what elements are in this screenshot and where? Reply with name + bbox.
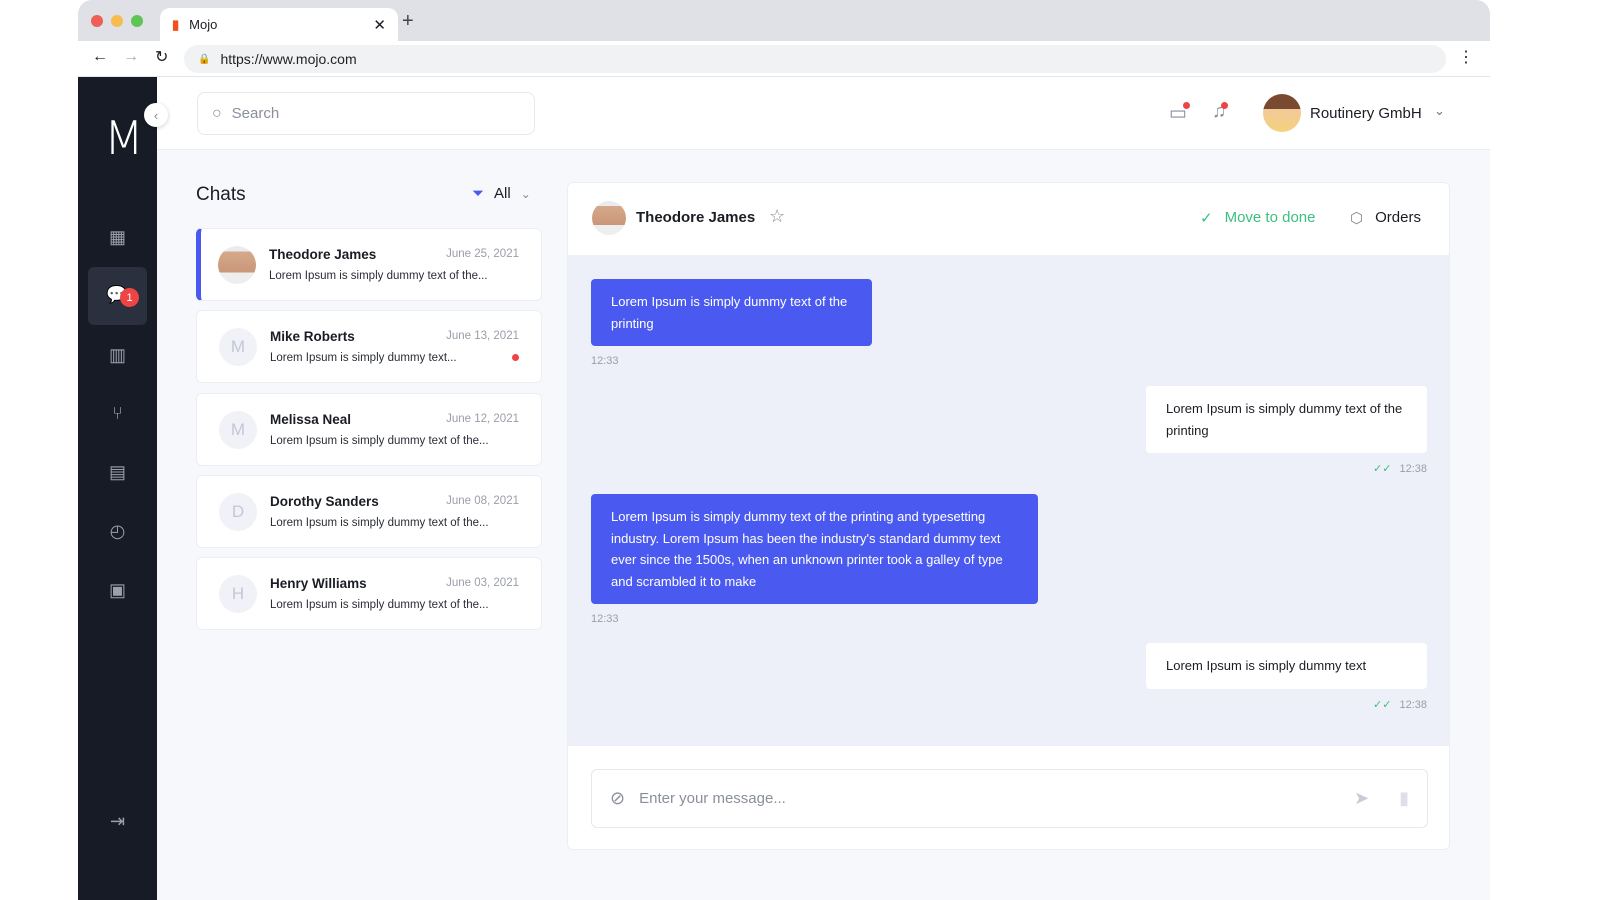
- logo: M: [104, 111, 144, 165]
- sidebar: M ‹ ▦ 💬 1 ▥ ⑂ ▤ ◴ ▣ ⇥: [78, 77, 157, 900]
- chat-preview: Lorem Ipsum is simply dummy text...: [270, 352, 457, 364]
- building-icon[interactable]: ▥: [78, 335, 157, 375]
- message-bubble-incoming: Lorem Ipsum is simply dummy text of the …: [591, 279, 872, 346]
- contact-name: Theodore James: [269, 247, 376, 262]
- reload-icon[interactable]: ↻: [155, 47, 168, 67]
- check-icon: ✓: [1200, 209, 1213, 227]
- message-bubble-outgoing: Lorem Ipsum is simply dummy text of the …: [1146, 386, 1427, 453]
- chevron-down-icon: ⌄: [521, 187, 531, 201]
- sidebar-item-chats[interactable]: 💬 1: [88, 267, 147, 325]
- collapse-sidebar-button[interactable]: ‹: [144, 103, 168, 127]
- chat-list-item[interactable]: M Mike Roberts June 13, 2021 Lorem Ipsum…: [196, 310, 542, 383]
- box-icon: ⬡: [1350, 209, 1363, 227]
- figma-icon: ▮: [172, 17, 179, 33]
- chat-date: June 03, 2021: [446, 577, 519, 589]
- logout-icon[interactable]: ⇥: [78, 801, 157, 841]
- filter-icon: ⏷: [472, 185, 484, 202]
- chat-preview: Lorem Ipsum is simply dummy text of the.…: [270, 435, 489, 447]
- unread-dot: [512, 354, 519, 361]
- attachment-icon[interactable]: ⊘: [610, 788, 625, 809]
- move-to-done-label: Move to done: [1225, 209, 1316, 227]
- maximize-window-button[interactable]: [131, 15, 143, 27]
- contact-name: Mike Roberts: [270, 329, 355, 344]
- contact-avatar: [218, 246, 256, 284]
- search-placeholder: Search: [232, 105, 280, 122]
- chat-list-item[interactable]: M Melissa Neal June 12, 2021 Lorem Ipsum…: [196, 393, 542, 466]
- chat-filter[interactable]: ⏷ All ⌄: [472, 185, 531, 202]
- contact-avatar: [592, 201, 626, 235]
- filter-value: All: [494, 185, 511, 202]
- back-icon[interactable]: ←: [92, 48, 108, 66]
- message-bubble-incoming: Lorem Ipsum is simply dummy text of the …: [591, 494, 1038, 604]
- message-bubble-outgoing: Lorem Ipsum is simply dummy text: [1146, 643, 1427, 689]
- chats-title: Chats: [196, 184, 246, 206]
- chat-list-item[interactable]: Theodore James June 25, 2021 Lorem Ipsum…: [196, 228, 542, 301]
- contact-avatar: M: [219, 411, 257, 449]
- chat-preview: Lorem Ipsum is simply dummy text of the.…: [269, 270, 488, 282]
- browser-tab[interactable]: ▮ Mojo ✕: [160, 8, 398, 41]
- orders-label: Orders: [1375, 209, 1421, 227]
- chat-list-item[interactable]: D Dorothy Sanders June 08, 2021 Lorem Ip…: [196, 475, 542, 548]
- orders-button[interactable]: ⬡ Orders: [1350, 209, 1421, 227]
- chat-preview: Lorem Ipsum is simply dummy text of the.…: [270, 599, 489, 611]
- browser-menu-icon[interactable]: ⋮: [1458, 47, 1474, 67]
- chat-list-item[interactable]: H Henry Williams June 03, 2021 Lorem Ips…: [196, 557, 542, 630]
- analytics-icon[interactable]: ◴: [78, 511, 157, 551]
- chevron-down-icon[interactable]: ⌄: [1434, 103, 1445, 119]
- user-name[interactable]: Routinery GmbH: [1310, 105, 1422, 122]
- message-time: 12:33: [591, 355, 619, 367]
- read-check-icon: ✓✓: [1373, 463, 1391, 475]
- message-time: 12:33: [591, 613, 619, 625]
- notification-bell-icon[interactable]: ♫: [1212, 101, 1226, 123]
- address-bar-row: ← → ↻ 🔒 https://www.mojo.com ⋮: [78, 41, 1490, 77]
- move-to-done-button[interactable]: ✓ Move to done: [1200, 209, 1315, 227]
- search-icon: ○: [212, 105, 222, 123]
- star-icon[interactable]: ☆: [769, 206, 785, 227]
- forward-icon[interactable]: →: [123, 48, 139, 66]
- clipboard-icon[interactable]: ▣: [78, 570, 157, 610]
- search-input[interactable]: ○ Search: [197, 92, 535, 135]
- tab-bar: ▮ Mojo ✕ +: [78, 0, 1490, 41]
- messages-icon[interactable]: ▭: [1169, 102, 1187, 125]
- close-tab-icon[interactable]: ✕: [373, 16, 386, 34]
- close-window-button[interactable]: [91, 15, 103, 27]
- minimize-window-button[interactable]: [111, 15, 123, 27]
- message-placeholder: Enter your message...: [639, 790, 786, 807]
- lock-icon: 🔒: [198, 54, 210, 65]
- chat-date: June 25, 2021: [446, 248, 519, 260]
- chat-date: June 12, 2021: [446, 413, 519, 425]
- contact-avatar: M: [219, 328, 257, 366]
- url-text: https://www.mojo.com: [220, 51, 356, 67]
- message-input[interactable]: ⊘ Enter your message... ➤ ▮: [591, 769, 1428, 828]
- message-area: Lorem Ipsum is simply dummy text of the …: [568, 255, 1449, 746]
- message-time: 12:38: [1399, 699, 1427, 711]
- tab-title: Mojo: [189, 17, 217, 32]
- message-time: 12:38: [1399, 463, 1427, 475]
- chat-date: June 13, 2021: [446, 330, 519, 342]
- chat-date: June 08, 2021: [446, 495, 519, 507]
- top-header: ○ Search ▭ ♫ Routinery GmbH ⌄: [157, 77, 1490, 150]
- browser-window: ▮ Mojo ✕ + ← → ↻ 🔒 https://www.mojo.com …: [78, 0, 1490, 900]
- user-avatar[interactable]: [1263, 94, 1301, 132]
- document-icon[interactable]: ▤: [78, 452, 157, 492]
- send-icon[interactable]: ➤: [1354, 788, 1369, 809]
- contact-avatar: H: [219, 575, 257, 613]
- file-icon[interactable]: ▮: [1399, 788, 1409, 809]
- new-tab-button[interactable]: +: [402, 10, 414, 33]
- contact-name: Melissa Neal: [270, 412, 351, 427]
- read-check-icon: ✓✓: [1373, 699, 1391, 711]
- url-bar[interactable]: 🔒 https://www.mojo.com: [184, 45, 1446, 73]
- contact-name: Theodore James: [636, 209, 755, 226]
- workflow-icon[interactable]: ⑂: [78, 393, 157, 433]
- dashboard-icon[interactable]: ▦: [78, 217, 157, 257]
- conversation-panel: Theodore James ☆ ✓ Move to done ⬡ Orders L…: [567, 182, 1450, 850]
- contact-name: Dorothy Sanders: [270, 494, 379, 509]
- contact-name: Henry Williams: [270, 576, 367, 591]
- chat-preview: Lorem Ipsum is simply dummy text of the.…: [270, 517, 489, 529]
- contact-avatar: D: [219, 493, 257, 531]
- chat-badge: 1: [120, 288, 139, 307]
